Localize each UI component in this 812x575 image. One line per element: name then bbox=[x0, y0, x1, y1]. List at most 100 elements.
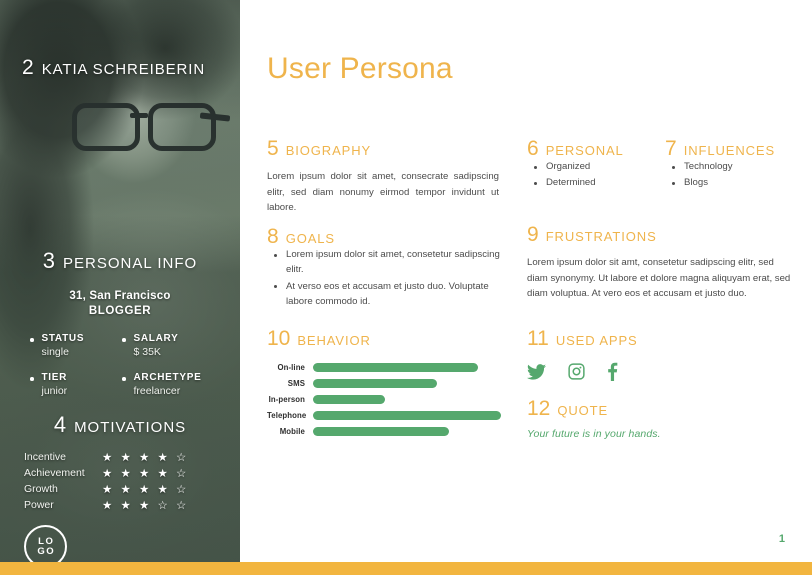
personal-label: PERSONAL bbox=[545, 143, 624, 158]
field-value: single bbox=[41, 346, 69, 358]
personal-info-field: SALARY $ 35K bbox=[122, 333, 214, 358]
motivations-rating-list: Incentive ★ ★ ★ ★ ☆ Achievement ★ ★ ★ ★ … bbox=[0, 450, 240, 512]
motivations-number: 4 bbox=[53, 412, 67, 437]
persona-name-block: 2 KATIA SCHREIBERIN bbox=[22, 56, 205, 80]
behavior-heading: 10 BEHAVIOR bbox=[267, 328, 507, 349]
frustrations-number: 9 bbox=[527, 223, 539, 246]
quote-label: QUOTE bbox=[557, 403, 609, 418]
bar-category-label: In-person bbox=[268, 395, 305, 404]
facebook-icon[interactable] bbox=[607, 362, 618, 381]
motivation-star-rating: ★ ★ ★ ☆ ☆ bbox=[102, 500, 189, 512]
bar-category-label: Mobile bbox=[279, 427, 305, 436]
personal-heading: 6 PERSONAL bbox=[527, 138, 657, 159]
persona-name-number: 2 bbox=[22, 56, 34, 79]
persona-role: BLOGGER bbox=[88, 305, 152, 317]
section-motivations: 4 MOTIVATIONS Incentive ★ ★ ★ ★ ☆ Achiev… bbox=[0, 412, 240, 512]
section-quote: 12 QUOTE Your future is in your hands. bbox=[527, 398, 792, 440]
bar-track bbox=[313, 427, 507, 436]
page-number: 1 bbox=[778, 533, 785, 545]
bullet-icon bbox=[122, 338, 126, 342]
page-title: User Persona bbox=[267, 52, 453, 85]
personal-info-field: ARCHETYPE freelancer bbox=[122, 372, 214, 397]
personal-info-number: 3 bbox=[42, 248, 56, 273]
used-apps-number: 11 bbox=[527, 327, 549, 350]
influences-heading: 7 INFLUENCES bbox=[665, 138, 805, 159]
persona-photo-panel: 2 KATIA SCHREIBERIN 3 PERSONAL INFO 31, … bbox=[0, 0, 240, 562]
personal-info-heading: 3 PERSONAL INFO bbox=[0, 248, 240, 274]
biography-heading: 5 BIOGRAPHY bbox=[267, 138, 499, 159]
influences-label: INFLUENCES bbox=[683, 143, 776, 158]
personal-number: 6 bbox=[527, 137, 539, 160]
behavior-label: BEHAVIOR bbox=[297, 333, 371, 348]
section-frustrations: 9 FRUSTRATIONS Lorem ipsum dolor sit amt… bbox=[527, 224, 792, 302]
goals-heading: 8 GOALS bbox=[267, 226, 507, 247]
personal-info-field: TIER junior bbox=[30, 372, 122, 397]
bar-value bbox=[313, 411, 502, 420]
motivations-label: MOTIVATIONS bbox=[74, 419, 187, 436]
list-item: Lorem ipsum dolor sit amet, consetetur s… bbox=[274, 247, 507, 278]
used-apps-label: USED APPS bbox=[555, 333, 638, 348]
bar-category-label: On-line bbox=[277, 363, 305, 372]
bar-category-label: SMS bbox=[287, 379, 305, 388]
biography-number: 5 bbox=[267, 137, 279, 160]
twitter-icon[interactable] bbox=[527, 363, 546, 380]
frustrations-label: FRUSTRATIONS bbox=[545, 229, 657, 244]
bar-value bbox=[313, 395, 385, 404]
instagram-icon[interactable] bbox=[568, 363, 585, 380]
main-content: User Persona 5 BIOGRAPHY Lorem ipsum dol… bbox=[240, 0, 812, 562]
goals-number: 8 bbox=[267, 225, 279, 248]
bullet-icon bbox=[30, 338, 34, 342]
behavior-number: 10 bbox=[267, 327, 291, 350]
list-item: At verso eos et accusam et justo duo. Vo… bbox=[274, 279, 507, 310]
field-value: junior bbox=[41, 385, 68, 397]
bar-value bbox=[313, 363, 478, 372]
biography-label: BIOGRAPHY bbox=[285, 143, 372, 158]
field-key: TIER bbox=[41, 372, 68, 383]
bar-value bbox=[313, 427, 449, 436]
bar-track bbox=[313, 411, 507, 420]
behavior-bar-chart: On-line SMS In-person Telephone Mobile bbox=[267, 363, 507, 436]
bar-track bbox=[313, 363, 507, 372]
brand-logo: LO GO bbox=[24, 525, 67, 562]
section-biography: 5 BIOGRAPHY Lorem ipsum dolor sit amet, … bbox=[267, 138, 499, 216]
motivation-star-rating: ★ ★ ★ ★ ☆ bbox=[102, 452, 189, 464]
field-value: $ 35K bbox=[133, 346, 161, 358]
motivation-label: Growth bbox=[24, 483, 58, 495]
quote-text: Your future is in your hands. bbox=[527, 428, 661, 440]
personal-info-label: PERSONAL INFO bbox=[63, 255, 198, 272]
motivation-star-rating: ★ ★ ★ ★ ☆ bbox=[102, 468, 189, 480]
field-key: STATUS bbox=[41, 333, 85, 344]
bar-value bbox=[313, 379, 438, 388]
motivation-label: Power bbox=[24, 499, 54, 511]
field-key: ARCHETYPE bbox=[133, 372, 202, 383]
list-item: Technology bbox=[672, 159, 805, 174]
bullet-icon bbox=[122, 377, 126, 381]
list-item: Determined bbox=[534, 175, 657, 190]
frustrations-heading: 9 FRUSTRATIONS bbox=[527, 224, 792, 245]
motivations-heading: 4 MOTIVATIONS bbox=[0, 412, 240, 438]
quote-heading: 12 QUOTE bbox=[527, 398, 792, 419]
field-value: freelancer bbox=[133, 385, 181, 397]
bar-track bbox=[313, 379, 507, 388]
motivation-label: Incentive bbox=[24, 451, 67, 463]
goals-list: Lorem ipsum dolor sit amet, consetetur s… bbox=[267, 247, 507, 309]
bar-category-label: Telephone bbox=[267, 411, 307, 420]
persona-age-location: 31, San Francisco bbox=[69, 290, 171, 302]
biography-text: Lorem ipsum dolor sit amet, consecrate s… bbox=[267, 171, 499, 214]
logo-line-2: GO bbox=[37, 545, 56, 557]
section-used-apps: 11 USED APPS bbox=[527, 328, 757, 381]
section-personal: 6 PERSONAL Organized Determined bbox=[527, 138, 657, 192]
frustrations-text: Lorem ipsum dolor sit amt, consetetur sa… bbox=[527, 257, 791, 300]
list-item: Organized bbox=[534, 159, 657, 174]
section-influences: 7 INFLUENCES Technology Blogs bbox=[665, 138, 805, 192]
personal-info-field: STATUS single bbox=[30, 333, 122, 358]
goals-label: GOALS bbox=[285, 231, 335, 246]
field-key: SALARY bbox=[133, 333, 179, 344]
bullet-icon bbox=[30, 377, 34, 381]
section-personal-info: 3 PERSONAL INFO 31, San Francisco BLOGGE… bbox=[0, 248, 240, 397]
section-goals: 8 GOALS Lorem ipsum dolor sit amet, cons… bbox=[267, 226, 507, 310]
persona-page: 2 KATIA SCHREIBERIN 3 PERSONAL INFO 31, … bbox=[0, 0, 812, 575]
used-apps-heading: 11 USED APPS bbox=[527, 328, 757, 349]
used-apps-icon-row bbox=[527, 362, 757, 381]
influences-list: Technology Blogs bbox=[665, 159, 805, 191]
